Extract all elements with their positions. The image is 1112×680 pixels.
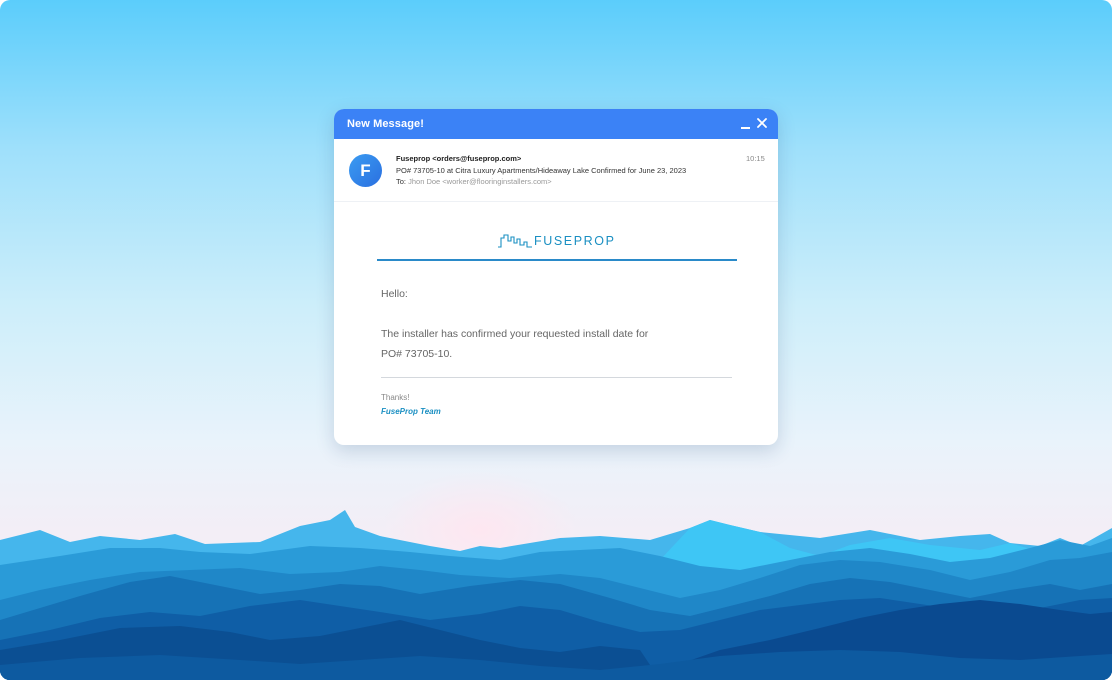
recipient-address: Jhon Doe <worker@flooringinstallers.com>	[408, 177, 552, 186]
message-text: The installer has confirmed your request…	[381, 324, 701, 364]
recipient-line: To: Jhon Doe <worker@flooringinstallers.…	[396, 177, 552, 186]
thanks-text: Thanks!	[381, 393, 410, 402]
greeting-text: Hello:	[381, 288, 408, 300]
header-divider	[377, 259, 737, 261]
message-line-1: The installer has confirmed your request…	[381, 328, 649, 340]
window-titlebar: New Message!	[334, 109, 778, 139]
minimize-icon[interactable]	[741, 117, 751, 129]
skyline-icon	[498, 234, 532, 248]
sender-avatar: F	[349, 154, 382, 187]
email-header: F Fuseprop <orders@fuseprop.com> PO# 737…	[334, 139, 778, 202]
signature-text: FuseProp Team	[381, 407, 441, 416]
window-title: New Message!	[347, 118, 425, 130]
fuseprop-logo: FUSEPROP	[498, 232, 616, 250]
new-message-window: New Message! F Fuseprop <orders@fuseprop…	[334, 109, 778, 445]
message-line-2: PO# 73705-10.	[381, 348, 453, 360]
logo-wordmark: FUSEPROP	[534, 234, 616, 248]
sender-address: Fuseprop <orders@fuseprop.com>	[396, 154, 522, 163]
desktop-background: New Message! F Fuseprop <orders@fuseprop…	[0, 0, 1112, 680]
signature-divider	[381, 377, 732, 378]
to-label: To:	[396, 177, 407, 186]
close-icon[interactable]	[756, 116, 768, 128]
email-body: FUSEPROP Hello: The installer has confir…	[334, 202, 778, 445]
email-subject: PO# 73705-10 at Citra Luxury Apartments/…	[396, 166, 687, 175]
email-time: 10:15	[746, 154, 765, 163]
